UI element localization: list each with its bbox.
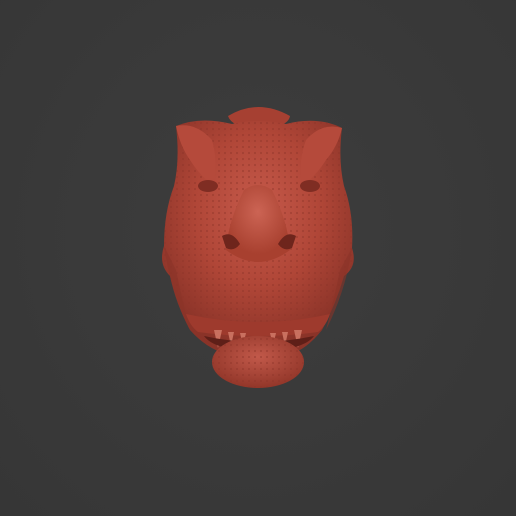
left-eye	[198, 180, 218, 192]
right-eye	[300, 180, 320, 192]
3d-viewport[interactable]	[0, 0, 516, 516]
trex-head-model[interactable]	[0, 0, 516, 516]
